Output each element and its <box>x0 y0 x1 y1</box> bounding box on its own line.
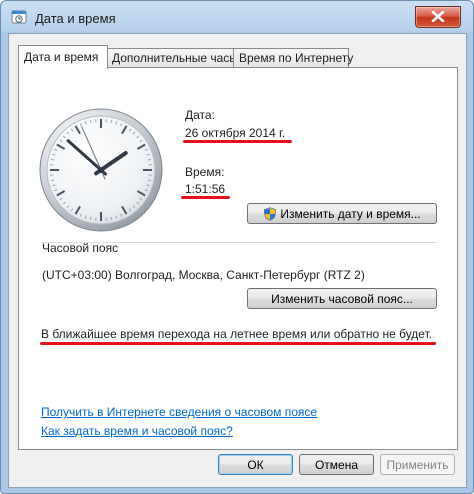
tab-additional-clocks[interactable]: Дополнительные часы <box>106 48 238 68</box>
clock-minute-mark <box>147 179 151 182</box>
clock-minute-mark <box>110 120 113 124</box>
change-timezone-button[interactable]: Изменить часовой пояс... <box>247 288 437 309</box>
title-bar[interactable]: Дата и время <box>1 1 473 33</box>
time-annotation-underline <box>181 196 230 199</box>
ok-button[interactable]: ОК <box>218 454 293 475</box>
analog-clock <box>39 108 163 232</box>
change-date-time-label: Изменить дату и время... <box>280 207 421 221</box>
clock-minute-mark <box>147 158 151 161</box>
tab-panel: Дата: 26 октября 2014 г. Время: 1:51:56 … <box>18 67 458 450</box>
clock-center-pin <box>98 167 104 173</box>
dst-notice: В ближайшее время перехода на летнее вре… <box>41 327 433 341</box>
time-value: 1:51:56 <box>185 182 226 196</box>
clock-minute-mark <box>51 179 55 182</box>
date-value: 26 октября 2014 г. <box>185 126 286 140</box>
dialog-body: Дата и время Дополнительные часы Время п… <box>8 33 467 488</box>
clock-minute-mark <box>89 216 92 220</box>
close-button[interactable] <box>415 6 461 28</box>
date-time-window: Дата и время Дата и время Дополнительные… <box>0 0 474 494</box>
tab-date-time[interactable]: Дата и время <box>18 45 108 69</box>
change-date-time-button[interactable]: Изменить дату и время... <box>247 203 437 224</box>
timezone-label: Часовой пояс <box>42 241 119 255</box>
timezone-info-link[interactable]: Получить в Интернете сведения о часовом … <box>41 405 317 419</box>
clock-minute-mark <box>89 120 92 124</box>
window-title: Дата и время <box>35 11 116 26</box>
close-icon <box>431 11 445 22</box>
timezone-value: (UTC+03:00) Волгоград, Москва, Санкт-Пет… <box>42 268 365 282</box>
date-label: Дата: <box>185 108 215 122</box>
clock-app-icon <box>11 10 27 24</box>
how-to-set-time-link[interactable]: Как задать время и часовой пояс? <box>41 424 233 438</box>
time-label: Время: <box>185 165 225 179</box>
date-annotation-underline <box>183 140 292 143</box>
clock-minute-mark <box>51 158 55 161</box>
cancel-button[interactable]: Отмена <box>299 454 374 475</box>
uac-shield-icon <box>264 207 277 221</box>
clock-minute-mark <box>110 216 113 220</box>
tab-internet-time[interactable]: Время по Интернету <box>233 48 353 68</box>
apply-button[interactable]: Применить <box>380 454 455 475</box>
dst-annotation-underline <box>40 342 436 345</box>
